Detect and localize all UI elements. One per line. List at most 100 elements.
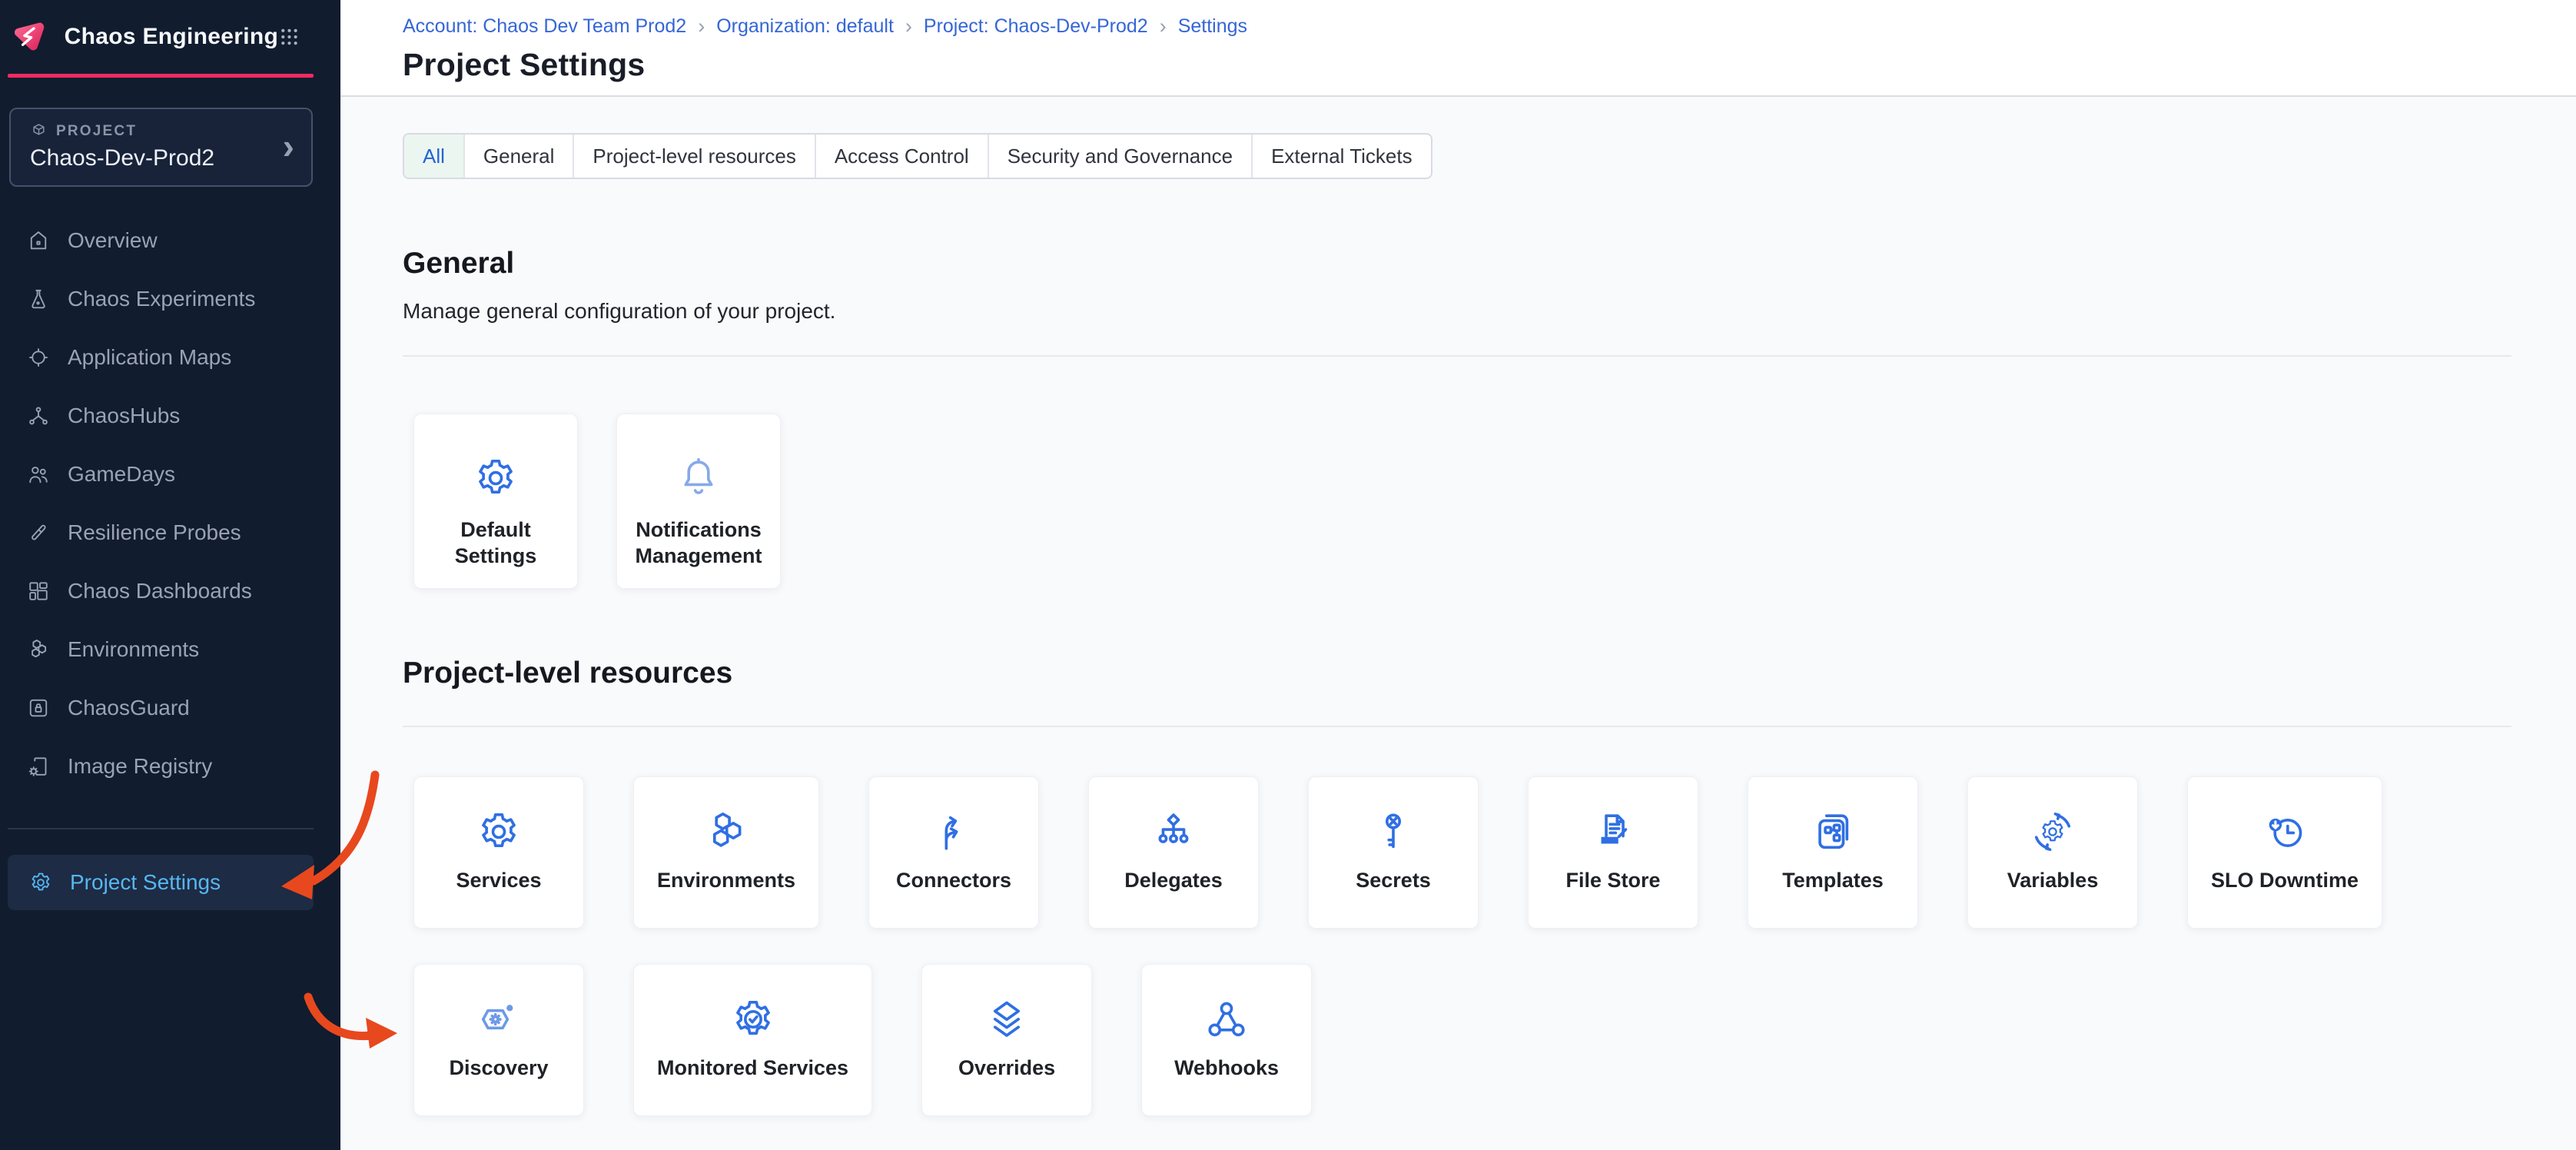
project-selector[interactable]: PROJECT Chaos-Dev-Prod2 › [9,108,313,187]
main-content: Account: Chaos Dev Team Prod2 › Organiza… [340,0,2576,1150]
cube-icon [30,122,48,140]
file-store-icon [1591,809,1635,854]
slo-clock-icon [2262,809,2307,854]
sidebar-item-overview[interactable]: Overview [0,211,340,270]
card-label: SLO Downtime [2211,868,2359,894]
gear-icon [473,456,518,500]
org-chart-icon [1151,809,1196,854]
page-header: Account: Chaos Dev Team Prod2 › Organiza… [340,0,2576,97]
discovery-icon [476,997,521,1042]
card-label: Overrides [958,1055,1055,1082]
sidebar-item-label: Project Settings [70,870,221,895]
gear-icon [476,809,521,854]
tab-external-tickets[interactable]: External Tickets [1251,135,1431,178]
chevron-right-icon: › [283,125,294,166]
hexagons-icon [704,809,749,854]
sidebar-nav: Overview Chaos Experiments Application M… [0,211,340,796]
sidebar-item-label: Chaos Experiments [68,287,255,311]
sidebar: Chaos Engineering PROJECT Chaos-Dev-Prod… [0,0,340,1150]
chevron-right-icon: › [905,15,912,38]
card-label: Variables [2007,868,2099,894]
sidebar-item-label: ChaosHubs [68,404,180,428]
sidebar-item-environments[interactable]: Environments [0,620,340,679]
webhook-icon [1204,997,1249,1042]
card-default-settings[interactable]: Default Settings [413,414,578,589]
sidebar-item-label: GameDays [68,462,175,487]
section-divider [403,355,2511,357]
sidebar-item-label: Image Registry [68,754,212,779]
breadcrumb-account-link[interactable]: Account: Chaos Dev Team Prod2 [403,15,686,38]
accent-divider [8,74,314,78]
resources-section-title: Project-level resources [403,656,2511,690]
sidebar-item-project-settings[interactable]: Project Settings [8,855,314,910]
registry-icon [27,755,50,778]
resources-cards-row-1: Services Environments Connectors Delegat… [413,776,2511,929]
sidebar-item-chaoshubs[interactable]: ChaosHubs [0,387,340,445]
chevron-right-icon: › [698,15,705,38]
card-label: Discovery [449,1055,548,1082]
general-section-description: Manage general configuration of your pro… [403,299,2511,324]
project-selector-label: PROJECT [56,123,137,140]
tab-all[interactable]: All [404,135,463,178]
card-services[interactable]: Services [413,776,584,929]
breadcrumb-settings-link[interactable]: Settings [1178,15,1247,38]
sidebar-item-label: Environments [68,637,199,662]
card-discovery[interactable]: Discovery [413,964,584,1116]
breadcrumb-organization-link[interactable]: Organization: default [716,15,894,38]
home-icon [27,229,50,252]
split-arrows-icon [931,809,976,854]
card-overrides[interactable]: Overrides [921,964,1092,1116]
sidebar-item-chaos-dashboards[interactable]: Chaos Dashboards [0,562,340,620]
card-label: Delegates [1124,868,1223,894]
card-variables[interactable]: Variables [1967,776,2138,929]
tab-security-and-governance[interactable]: Security and Governance [988,135,1251,178]
brand-title: Chaos Engineering [65,24,278,50]
templates-icon [1811,809,1855,854]
card-templates[interactable]: Templates [1748,776,1918,929]
tab-general[interactable]: General [463,135,573,178]
sidebar-item-label: Overview [68,228,158,253]
sidebar-item-resilience-probes[interactable]: Resilience Probes [0,504,340,562]
sidebar-item-application-maps[interactable]: Application Maps [0,328,340,387]
monitored-gear-icon [731,997,775,1042]
card-connectors[interactable]: Connectors [868,776,1039,929]
app-grid-icon[interactable] [278,22,300,52]
card-slo-downtime[interactable]: SLO Downtime [2187,776,2382,929]
general-section-title: General [403,247,2511,281]
people-icon [27,463,50,486]
sidebar-item-image-registry[interactable]: Image Registry [0,737,340,796]
card-delegates[interactable]: Delegates [1088,776,1259,929]
lock-icon [27,696,50,720]
bell-icon [676,456,721,500]
card-label: Webhooks [1174,1055,1279,1082]
sidebar-item-label: Resilience Probes [68,520,241,545]
sidebar-divider [8,828,314,829]
sidebar-item-chaos-experiments[interactable]: Chaos Experiments [0,270,340,328]
card-label: Services [456,868,541,894]
breadcrumb-project-link[interactable]: Project: Chaos-Dev-Prod2 [924,15,1148,38]
card-webhooks[interactable]: Webhooks [1141,964,1312,1116]
sidebar-item-label: ChaosGuard [68,696,190,720]
resources-cards-row-2: Discovery Monitored Services Overrides W… [413,964,2511,1116]
breadcrumb: Account: Chaos Dev Team Prod2 › Organiza… [403,15,2576,38]
chevron-right-icon: › [1160,15,1167,38]
page-title: Project Settings [403,47,2576,83]
card-label: Templates [1782,868,1884,894]
crosshair-icon [27,346,50,369]
tab-project-level-resources[interactable]: Project-level resources [573,135,814,178]
sidebar-item-gamedays[interactable]: GameDays [0,445,340,504]
sidebar-item-chaosguard[interactable]: ChaosGuard [0,679,340,737]
project-name: Chaos-Dev-Prod2 [30,145,296,171]
sidebar-item-label: Chaos Dashboards [68,579,252,603]
card-environments[interactable]: Environments [633,776,819,929]
card-file-store[interactable]: File Store [1528,776,1698,929]
chaos-logo-icon [11,14,46,60]
card-monitored-services[interactable]: Monitored Services [633,964,872,1116]
flask-icon [27,288,50,311]
settings-content: All General Project-level resources Acce… [340,97,2576,1116]
card-label: Secrets [1356,868,1431,894]
card-label: Environments [657,868,795,894]
card-notifications-management[interactable]: Notifications Management [616,414,781,589]
tab-access-control[interactable]: Access Control [815,135,988,178]
card-secrets[interactable]: Secrets [1308,776,1479,929]
